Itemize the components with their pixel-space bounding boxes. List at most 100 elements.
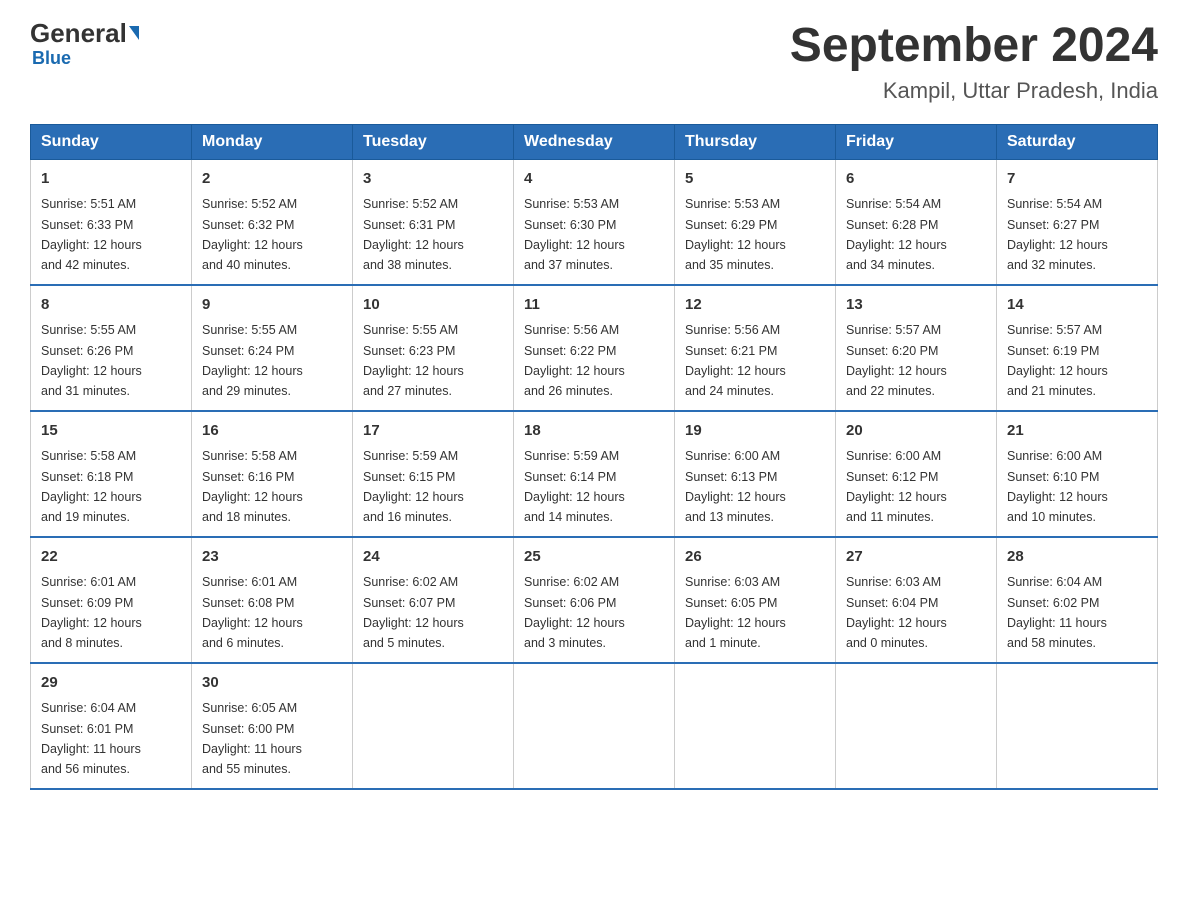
day-number: 29 — [41, 672, 181, 695]
day-info: Sunrise: 5:58 AMSunset: 6:18 PMDaylight:… — [41, 449, 142, 524]
day-number: 13 — [846, 294, 986, 317]
calendar-cell: 5 Sunrise: 5:53 AMSunset: 6:29 PMDayligh… — [675, 159, 836, 285]
calendar-week-5: 29 Sunrise: 6:04 AMSunset: 6:01 PMDaylig… — [31, 663, 1158, 789]
calendar-cell: 6 Sunrise: 5:54 AMSunset: 6:28 PMDayligh… — [836, 159, 997, 285]
calendar-cell: 13 Sunrise: 5:57 AMSunset: 6:20 PMDaylig… — [836, 285, 997, 411]
header-saturday: Saturday — [997, 124, 1158, 159]
day-info: Sunrise: 5:52 AMSunset: 6:31 PMDaylight:… — [363, 197, 464, 272]
day-info: Sunrise: 5:55 AMSunset: 6:26 PMDaylight:… — [41, 323, 142, 398]
calendar-week-1: 1 Sunrise: 5:51 AMSunset: 6:33 PMDayligh… — [31, 159, 1158, 285]
calendar-week-3: 15 Sunrise: 5:58 AMSunset: 6:18 PMDaylig… — [31, 411, 1158, 537]
day-info: Sunrise: 5:53 AMSunset: 6:30 PMDaylight:… — [524, 197, 625, 272]
day-number: 5 — [685, 168, 825, 191]
day-number: 4 — [524, 168, 664, 191]
day-info: Sunrise: 5:57 AMSunset: 6:19 PMDaylight:… — [1007, 323, 1108, 398]
calendar-cell — [514, 663, 675, 789]
day-number: 1 — [41, 168, 181, 191]
day-info: Sunrise: 5:55 AMSunset: 6:24 PMDaylight:… — [202, 323, 303, 398]
day-number: 11 — [524, 294, 664, 317]
day-number: 25 — [524, 546, 664, 569]
day-info: Sunrise: 6:01 AMSunset: 6:08 PMDaylight:… — [202, 575, 303, 650]
day-info: Sunrise: 5:55 AMSunset: 6:23 PMDaylight:… — [363, 323, 464, 398]
calendar-cell: 2 Sunrise: 5:52 AMSunset: 6:32 PMDayligh… — [192, 159, 353, 285]
day-number: 7 — [1007, 168, 1147, 191]
day-info: Sunrise: 6:03 AMSunset: 6:04 PMDaylight:… — [846, 575, 947, 650]
day-info: Sunrise: 5:56 AMSunset: 6:22 PMDaylight:… — [524, 323, 625, 398]
header-tuesday: Tuesday — [353, 124, 514, 159]
header-wednesday: Wednesday — [514, 124, 675, 159]
calendar-cell: 11 Sunrise: 5:56 AMSunset: 6:22 PMDaylig… — [514, 285, 675, 411]
page-header: General Blue September 2024 Kampil, Utta… — [30, 20, 1158, 104]
calendar-cell: 24 Sunrise: 6:02 AMSunset: 6:07 PMDaylig… — [353, 537, 514, 663]
day-number: 26 — [685, 546, 825, 569]
day-number: 16 — [202, 420, 342, 443]
calendar-cell: 23 Sunrise: 6:01 AMSunset: 6:08 PMDaylig… — [192, 537, 353, 663]
day-info: Sunrise: 5:58 AMSunset: 6:16 PMDaylight:… — [202, 449, 303, 524]
calendar-cell: 16 Sunrise: 5:58 AMSunset: 6:16 PMDaylig… — [192, 411, 353, 537]
day-number: 19 — [685, 420, 825, 443]
day-number: 18 — [524, 420, 664, 443]
day-info: Sunrise: 6:04 AMSunset: 6:01 PMDaylight:… — [41, 701, 141, 776]
day-number: 27 — [846, 546, 986, 569]
day-number: 14 — [1007, 294, 1147, 317]
logo: General Blue — [30, 20, 139, 69]
calendar-cell: 15 Sunrise: 5:58 AMSunset: 6:18 PMDaylig… — [31, 411, 192, 537]
day-number: 17 — [363, 420, 503, 443]
day-info: Sunrise: 6:02 AMSunset: 6:07 PMDaylight:… — [363, 575, 464, 650]
day-number: 10 — [363, 294, 503, 317]
calendar-cell: 4 Sunrise: 5:53 AMSunset: 6:30 PMDayligh… — [514, 159, 675, 285]
day-number: 23 — [202, 546, 342, 569]
day-info: Sunrise: 6:04 AMSunset: 6:02 PMDaylight:… — [1007, 575, 1107, 650]
day-number: 22 — [41, 546, 181, 569]
logo-text: General — [30, 20, 139, 46]
day-number: 24 — [363, 546, 503, 569]
calendar-table: SundayMondayTuesdayWednesdayThursdayFrid… — [30, 124, 1158, 790]
day-info: Sunrise: 6:02 AMSunset: 6:06 PMDaylight:… — [524, 575, 625, 650]
day-number: 20 — [846, 420, 986, 443]
day-info: Sunrise: 5:52 AMSunset: 6:32 PMDaylight:… — [202, 197, 303, 272]
day-info: Sunrise: 6:01 AMSunset: 6:09 PMDaylight:… — [41, 575, 142, 650]
day-info: Sunrise: 5:54 AMSunset: 6:28 PMDaylight:… — [846, 197, 947, 272]
calendar-header-row: SundayMondayTuesdayWednesdayThursdayFrid… — [31, 124, 1158, 159]
calendar-cell: 20 Sunrise: 6:00 AMSunset: 6:12 PMDaylig… — [836, 411, 997, 537]
header-sunday: Sunday — [31, 124, 192, 159]
header-monday: Monday — [192, 124, 353, 159]
logo-triangle-icon — [129, 26, 139, 40]
calendar-cell: 3 Sunrise: 5:52 AMSunset: 6:31 PMDayligh… — [353, 159, 514, 285]
day-number: 15 — [41, 420, 181, 443]
calendar-cell: 8 Sunrise: 5:55 AMSunset: 6:26 PMDayligh… — [31, 285, 192, 411]
calendar-cell: 17 Sunrise: 5:59 AMSunset: 6:15 PMDaylig… — [353, 411, 514, 537]
day-info: Sunrise: 6:03 AMSunset: 6:05 PMDaylight:… — [685, 575, 786, 650]
calendar-cell — [836, 663, 997, 789]
calendar-cell — [997, 663, 1158, 789]
day-info: Sunrise: 6:05 AMSunset: 6:00 PMDaylight:… — [202, 701, 302, 776]
day-info: Sunrise: 5:53 AMSunset: 6:29 PMDaylight:… — [685, 197, 786, 272]
title-area: September 2024 Kampil, Uttar Pradesh, In… — [790, 20, 1158, 104]
header-friday: Friday — [836, 124, 997, 159]
day-info: Sunrise: 6:00 AMSunset: 6:12 PMDaylight:… — [846, 449, 947, 524]
calendar-cell: 30 Sunrise: 6:05 AMSunset: 6:00 PMDaylig… — [192, 663, 353, 789]
day-number: 9 — [202, 294, 342, 317]
day-info: Sunrise: 5:57 AMSunset: 6:20 PMDaylight:… — [846, 323, 947, 398]
calendar-cell: 21 Sunrise: 6:00 AMSunset: 6:10 PMDaylig… — [997, 411, 1158, 537]
day-info: Sunrise: 5:56 AMSunset: 6:21 PMDaylight:… — [685, 323, 786, 398]
calendar-week-2: 8 Sunrise: 5:55 AMSunset: 6:26 PMDayligh… — [31, 285, 1158, 411]
calendar-cell: 19 Sunrise: 6:00 AMSunset: 6:13 PMDaylig… — [675, 411, 836, 537]
calendar-cell: 28 Sunrise: 6:04 AMSunset: 6:02 PMDaylig… — [997, 537, 1158, 663]
calendar-cell: 10 Sunrise: 5:55 AMSunset: 6:23 PMDaylig… — [353, 285, 514, 411]
day-info: Sunrise: 5:59 AMSunset: 6:14 PMDaylight:… — [524, 449, 625, 524]
calendar-cell: 9 Sunrise: 5:55 AMSunset: 6:24 PMDayligh… — [192, 285, 353, 411]
calendar-cell: 7 Sunrise: 5:54 AMSunset: 6:27 PMDayligh… — [997, 159, 1158, 285]
main-title: September 2024 — [790, 20, 1158, 73]
calendar-cell: 14 Sunrise: 5:57 AMSunset: 6:19 PMDaylig… — [997, 285, 1158, 411]
calendar-cell: 29 Sunrise: 6:04 AMSunset: 6:01 PMDaylig… — [31, 663, 192, 789]
calendar-cell: 1 Sunrise: 5:51 AMSunset: 6:33 PMDayligh… — [31, 159, 192, 285]
day-number: 28 — [1007, 546, 1147, 569]
day-info: Sunrise: 5:51 AMSunset: 6:33 PMDaylight:… — [41, 197, 142, 272]
calendar-cell — [675, 663, 836, 789]
day-number: 30 — [202, 672, 342, 695]
calendar-week-4: 22 Sunrise: 6:01 AMSunset: 6:09 PMDaylig… — [31, 537, 1158, 663]
day-number: 6 — [846, 168, 986, 191]
calendar-cell: 18 Sunrise: 5:59 AMSunset: 6:14 PMDaylig… — [514, 411, 675, 537]
calendar-cell: 12 Sunrise: 5:56 AMSunset: 6:21 PMDaylig… — [675, 285, 836, 411]
